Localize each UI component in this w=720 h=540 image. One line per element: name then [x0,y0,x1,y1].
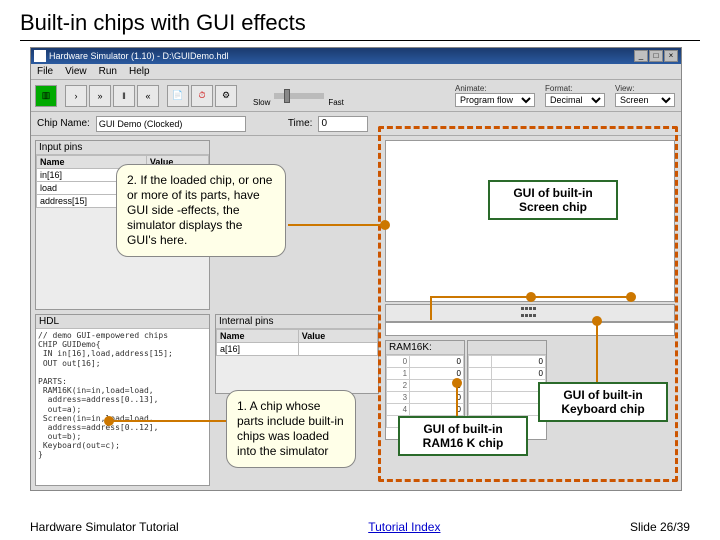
chip-icon[interactable]: ▥ [35,85,57,107]
view-select[interactable]: Screen [615,93,675,107]
step-button[interactable]: › [65,85,87,107]
maximize-button[interactable]: □ [649,50,663,62]
slide-title: Built-in chips with GUI effects [0,0,720,40]
toolbar: ▥ › » ‖ « 📄 ⏱ ⚙ Slow Fast Animate: Progr… [31,80,681,112]
menu-help[interactable]: Help [129,66,150,77]
time-label: Time: [288,118,313,129]
menu-run[interactable]: Run [99,66,117,77]
hdl-header: HDL [36,315,209,329]
close-button[interactable]: × [664,50,678,62]
footer-left: Hardware Simulator Tutorial [30,520,179,534]
time-field[interactable] [318,116,368,132]
callout-2: 2. If the loaded chip, or one or more of… [116,164,286,257]
keyboard-readout [385,322,675,336]
hdl-code: // demo GUI-empowered chips CHIP GUIDemo… [36,329,209,462]
ram-header: RAM16K: [386,341,464,355]
title-underline [20,40,700,41]
format-label: Format: [545,84,605,93]
animate-label: Animate: [455,84,535,93]
slide-footer: Hardware Simulator Tutorial Tutorial Ind… [0,520,720,534]
window-buttons: _ □ × [634,50,678,62]
eval-button[interactable]: ⚙ [215,85,237,107]
app-icon [34,50,46,62]
ram-gui-label: GUI of built-in RAM16 K chip [398,416,528,456]
chip-name-field[interactable] [96,116,246,132]
menu-bar: File View Run Help [31,64,681,80]
speed-slider[interactable] [274,93,324,99]
minimize-button[interactable]: _ [634,50,648,62]
callout-1: 1. A chip whose parts include built-in c… [226,390,356,468]
menu-file[interactable]: File [37,66,53,77]
internal-pins-table: NameValue a[16] [216,329,378,356]
load-script-button[interactable]: 📄 [167,85,189,107]
menu-view[interactable]: View [65,66,87,77]
simulator-window: Hardware Simulator (1.10) - D:\GUIDemo.h… [30,47,682,491]
format-select[interactable]: Decimal [545,93,605,107]
keyboard-icon [521,307,539,319]
screen-gui-label: GUI of built-in Screen chip [488,180,618,220]
window-title: Hardware Simulator (1.10) - D:\GUIDemo.h… [49,51,229,61]
fast-label: Fast [328,98,344,107]
slow-label: Slow [253,98,270,107]
window-titlebar: Hardware Simulator (1.10) - D:\GUIDemo.h… [31,48,681,64]
view-label: View: [615,84,675,93]
hdl-panel: HDL // demo GUI-empowered chips CHIP GUI… [35,314,210,486]
ram-table-right: 0 0 0 0 0 [468,355,546,416]
chipname-label: Chip Name: [37,118,90,129]
chip-bar: Chip Name: Time: [31,112,681,136]
footer-right: Slide 26/39 [630,520,690,534]
rewind-button[interactable]: « [137,85,159,107]
internal-pins-panel: Internal pins NameValue a[16] [215,314,379,394]
screen-panel [385,140,675,302]
input-pins-header: Input pins [36,141,209,155]
pause-button[interactable]: ‖ [113,85,135,107]
reset-button[interactable]: ⏱ [191,85,213,107]
run-button[interactable]: » [89,85,111,107]
animate-select[interactable]: Program flow [455,93,535,107]
keyboard-panel [385,304,675,322]
internal-header: Internal pins [216,315,378,329]
kbd-gui-label: GUI of built-in Keyboard chip [538,382,668,422]
footer-center-link[interactable]: Tutorial Index [368,520,440,534]
